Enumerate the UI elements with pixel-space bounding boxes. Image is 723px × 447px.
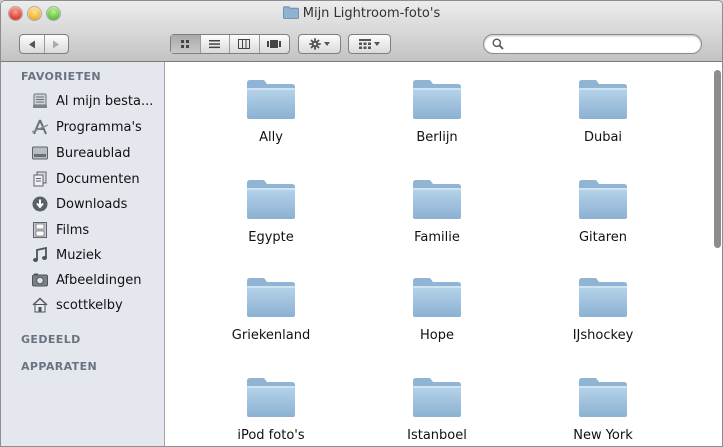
sidebar-header-favorites: FAVORIETEN [21, 70, 101, 83]
folder-icon [579, 378, 627, 417]
folder-label: Berlijn [416, 130, 458, 145]
folder-icon [579, 80, 627, 119]
folder-icon [413, 80, 461, 119]
sidebar-item-all-files[interactable]: Al mijn besta... [31, 90, 164, 112]
sidebar-item-documents[interactable]: Documenten [31, 168, 164, 190]
column-view-button[interactable] [230, 35, 260, 53]
sidebar-item-label: Programma's [56, 119, 142, 135]
icon-view-icon [180, 40, 189, 48]
sidebar-item-downloads[interactable]: Downloads [31, 193, 164, 215]
folder-icon [413, 378, 461, 417]
back-forward-control [19, 34, 69, 54]
sidebar-item-label: Downloads [56, 196, 128, 212]
folder-item[interactable]: Egypte [201, 178, 341, 245]
window-title: Mijn Lightroom-foto's [1, 5, 722, 23]
sidebar-header-devices: APPARATEN [21, 360, 98, 373]
coverflow-view-icon [267, 40, 282, 48]
sidebar-item-movies[interactable]: Films [31, 219, 164, 241]
scrollbar-thumb[interactable] [714, 70, 721, 248]
folder-grid: Ally Berlijn Dubai Egypte Familie Gitaren Grie… [165, 62, 722, 446]
folder-label: Ally [259, 130, 283, 145]
sidebar-item-pictures[interactable]: Afbeeldingen [31, 269, 164, 291]
folder-label: Familie [414, 230, 460, 245]
sidebar-item-music[interactable]: Muziek [31, 244, 164, 266]
folder-icon [247, 180, 295, 219]
music-icon [31, 246, 49, 264]
folder-icon [579, 180, 627, 219]
finder-window: Mijn Lightroom-foto's FAVORIETEN Al mijn… [0, 0, 723, 447]
sidebar-item-label: Muziek [56, 247, 102, 263]
folder-icon [247, 80, 295, 119]
forward-button[interactable] [45, 35, 69, 53]
applications-icon [31, 118, 49, 136]
folder-label: Egypte [248, 230, 294, 245]
folder-label: New York [573, 428, 633, 443]
folder-icon [413, 180, 461, 219]
search-field[interactable] [483, 34, 702, 54]
arrange-grid-icon [359, 39, 371, 49]
folder-item[interactable]: Hope [367, 276, 507, 343]
folder-label: Gitaren [578, 230, 628, 245]
downloads-icon [31, 195, 49, 213]
folder-icon [282, 6, 299, 19]
vertical-scrollbar[interactable] [710, 62, 722, 446]
folder-icon [247, 278, 295, 317]
sidebar-item-desktop[interactable]: Bureaublad [31, 142, 164, 164]
folder-label: Istanboel [407, 428, 467, 443]
sidebar-item-label: Afbeeldingen [56, 272, 142, 288]
sidebar-item-applications[interactable]: Programma's [31, 116, 164, 138]
icon-view-button[interactable] [171, 35, 201, 53]
view-mode-control [170, 34, 290, 54]
sidebar-item-label: Bureaublad [56, 145, 131, 161]
folder-icon [413, 278, 461, 317]
sidebar-item-home[interactable]: scottkelby [31, 294, 164, 316]
folder-label: Griekenland [231, 328, 311, 343]
folder-label: Hope [420, 328, 454, 343]
movies-icon [31, 221, 49, 239]
folder-item[interactable]: Dubai [533, 78, 673, 145]
folder-item[interactable]: Ally [201, 78, 341, 145]
documents-icon [31, 170, 49, 188]
list-view-button[interactable] [201, 35, 230, 53]
folder-item[interactable]: iPod foto's [201, 376, 341, 443]
sidebar-item-label: Documenten [56, 171, 140, 187]
folder-item[interactable]: New York [533, 376, 673, 443]
folder-item[interactable]: IJshockey [533, 276, 673, 343]
back-button[interactable] [20, 35, 45, 53]
sidebar-item-label: Films [56, 222, 90, 238]
action-menu-button[interactable] [298, 34, 341, 54]
folder-item[interactable]: Gitaren [533, 178, 673, 245]
folder-item[interactable]: Griekenland [201, 276, 341, 343]
folder-icon [247, 378, 295, 417]
arrange-menu-button[interactable] [348, 34, 391, 54]
list-view-icon [209, 40, 221, 49]
folder-item[interactable]: Berlijn [367, 78, 507, 145]
desktop-icon [31, 144, 49, 162]
home-icon [31, 296, 49, 314]
window-title-text: Mijn Lightroom-foto's [302, 6, 441, 21]
chevron-down-icon [324, 42, 330, 46]
folder-label: Dubai [583, 130, 623, 145]
search-icon [492, 38, 504, 50]
folder-label: IJshockey [572, 328, 634, 343]
coverflow-view-button[interactable] [260, 35, 289, 53]
pictures-icon [31, 271, 49, 289]
sidebar-item-label: scottkelby [56, 297, 123, 313]
column-view-icon [238, 39, 251, 49]
back-arrow-icon [28, 40, 35, 48]
sidebar-header-shared: GEDEELD [21, 333, 81, 346]
all-files-icon [31, 92, 49, 110]
forward-arrow-icon [53, 40, 60, 48]
sidebar: FAVORIETEN Al mijn besta... Programma's … [1, 62, 165, 446]
folder-label: iPod foto's [237, 428, 305, 443]
sidebar-item-label: Al mijn besta... [56, 93, 154, 109]
folder-icon [579, 278, 627, 317]
chevron-down-icon [374, 42, 380, 46]
folder-item[interactable]: Istanboel [367, 376, 507, 443]
gear-icon [309, 38, 321, 50]
folder-item[interactable]: Familie [367, 178, 507, 245]
title-bar: Mijn Lightroom-foto's [1, 1, 722, 62]
